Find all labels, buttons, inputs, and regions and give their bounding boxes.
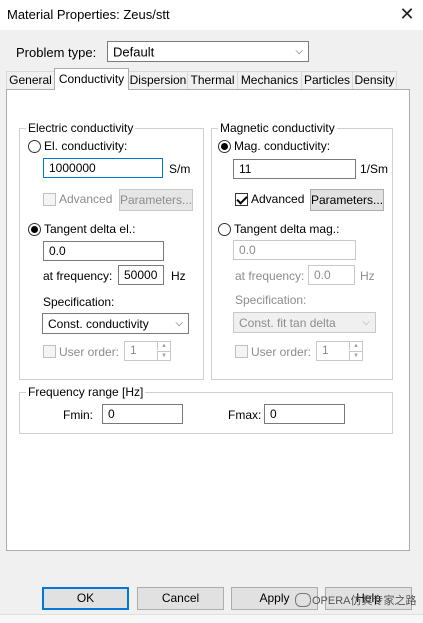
tab-conductivity[interactable]: Conductivity <box>54 68 129 90</box>
mag-user-order-label: User order: <box>251 345 312 359</box>
tangent-delta-mag-radio[interactable] <box>218 223 231 236</box>
el-conductivity-input[interactable]: 1000000 <box>43 158 163 178</box>
fmin-input[interactable]: 0 <box>102 404 183 424</box>
mag-conductivity-input[interactable]: 11 <box>233 159 356 179</box>
mag-user-order-checkbox[interactable] <box>235 345 248 358</box>
tangent-delta-el-label: Tangent delta el.: <box>44 222 136 236</box>
mag-advanced-checkbox[interactable] <box>235 193 248 206</box>
el-specification-label: Specification: <box>43 295 115 309</box>
electric-group-title: Electric conductivity <box>26 121 136 135</box>
watermark-text: OPERA仿真专家之路 <box>312 595 417 607</box>
mag-specification-value: Const. fit tan delta <box>239 315 336 330</box>
mag-frequency-label: at frequency: <box>235 269 305 283</box>
el-advanced-label: Advanced <box>59 192 113 206</box>
mag-user-order-stepper[interactable]: 1 ▲ ▼ <box>316 341 363 361</box>
tangent-delta-mag-input[interactable]: 0.0 <box>233 240 356 260</box>
el-specification-select[interactable]: Const. conductivity ⌵ <box>42 313 189 334</box>
tab-particles[interactable]: Particles <box>301 71 353 89</box>
el-frequency-label: at frequency: <box>43 269 113 283</box>
fmax-label: Fmax: <box>228 408 262 422</box>
tab-density[interactable]: Density <box>352 71 397 89</box>
spin-up-icon[interactable]: ▲ <box>157 342 170 350</box>
el-advanced-checkbox[interactable] <box>43 193 56 206</box>
tab-general[interactable]: General <box>6 71 55 89</box>
spin-down-icon[interactable]: ▼ <box>349 351 362 360</box>
el-user-order-checkbox[interactable] <box>43 345 56 358</box>
magnetic-group-title: Magnetic conductivity <box>218 121 337 135</box>
close-icon[interactable]: ✕ <box>391 0 423 28</box>
ok-button[interactable]: OK <box>42 587 129 610</box>
el-frequency-input[interactable]: 50000 <box>118 265 164 285</box>
tab-dispersion[interactable]: Dispersion <box>128 71 188 89</box>
el-parameters-button[interactable]: Parameters... <box>119 189 193 211</box>
mag-conductivity-radio[interactable] <box>218 140 231 153</box>
mag-specification-label: Specification: <box>235 293 307 307</box>
chevron-down-icon: ⌵ <box>362 316 370 328</box>
fmin-label: Fmin: <box>63 408 93 422</box>
tangent-delta-el-input[interactable]: 0.0 <box>43 241 164 261</box>
el-frequency-unit: Hz <box>171 269 186 283</box>
mag-user-order-value: 1 <box>322 343 329 357</box>
problem-type-label: Problem type: <box>16 45 97 60</box>
el-specification-value: Const. conductivity <box>48 316 149 331</box>
mag-specification-select[interactable]: Const. fit tan delta ⌵ <box>233 312 376 333</box>
wechat-icon <box>295 593 311 607</box>
mag-frequency-unit: Hz <box>360 269 375 283</box>
title-bar: Material Properties: Zeus/stt ✕ <box>0 0 423 30</box>
el-conductivity-radio[interactable] <box>28 140 41 153</box>
problem-type-value: Default <box>113 44 155 59</box>
spin-up-icon[interactable]: ▲ <box>349 342 362 350</box>
fmax-input[interactable]: 0 <box>264 404 345 424</box>
el-user-order-value: 1 <box>130 343 137 357</box>
el-conductivity-label: El. conductivity: <box>44 139 128 153</box>
tangent-delta-el-radio[interactable] <box>28 223 41 236</box>
mag-conductivity-label: Mag. conductivity: <box>234 139 331 153</box>
mag-parameters-button[interactable]: Parameters... <box>310 189 384 211</box>
spin-down-icon[interactable]: ▼ <box>157 351 170 360</box>
mag-advanced-label: Advanced <box>251 192 305 206</box>
chevron-down-icon: ⌵ <box>295 45 303 57</box>
cancel-button[interactable]: Cancel <box>137 587 224 610</box>
problem-type-select[interactable]: Default ⌵ <box>107 41 309 62</box>
mag-frequency-input[interactable]: 0.0 <box>308 265 355 285</box>
window-title: Material Properties: Zeus/stt <box>7 7 170 22</box>
tab-thermal[interactable]: Thermal <box>187 71 238 89</box>
tab-mechanics[interactable]: Mechanics <box>237 71 302 89</box>
el-user-order-label: User order: <box>59 345 120 359</box>
chevron-down-icon: ⌵ <box>175 317 183 329</box>
frequency-group-title: Frequency range [Hz] <box>26 385 146 399</box>
mag-unit-label: 1/Sm <box>360 162 389 176</box>
tangent-delta-mag-label: Tangent delta mag.: <box>234 222 340 236</box>
el-user-order-stepper[interactable]: 1 ▲ ▼ <box>124 341 171 361</box>
el-unit-label: S/m <box>169 162 191 176</box>
